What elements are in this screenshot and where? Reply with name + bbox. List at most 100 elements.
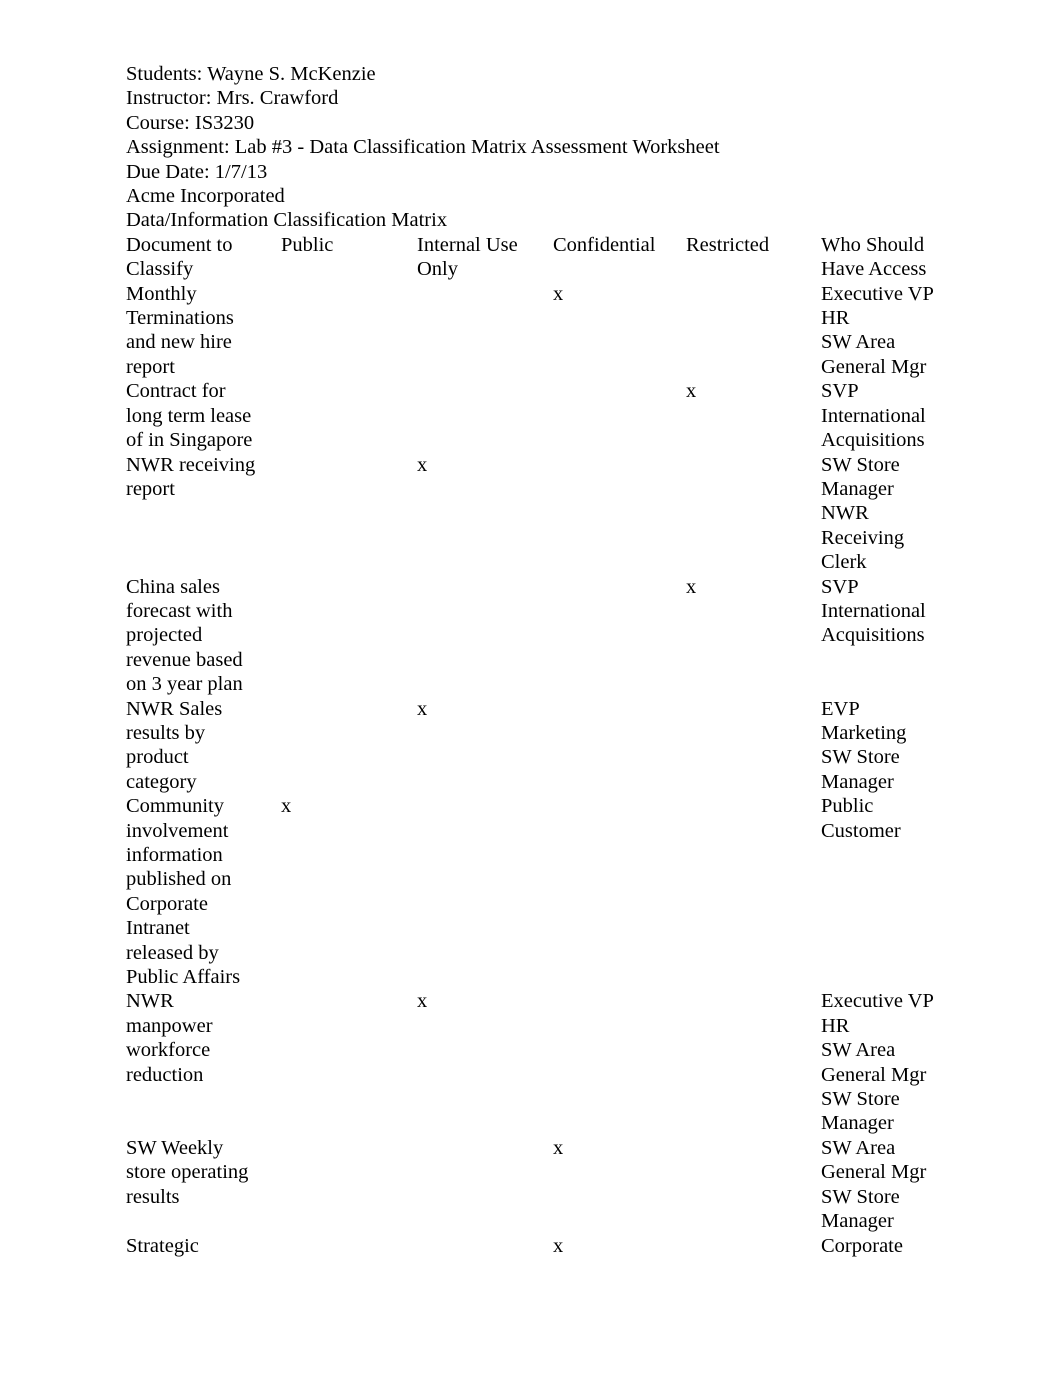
access-line: Marketing <box>821 721 907 744</box>
classification-mark: x <box>553 282 564 305</box>
document-line: and new hire <box>126 331 232 354</box>
table-row: Community involvement information published… <box>126 794 944 989</box>
access-line: Public <box>821 795 874 818</box>
document-line: long term lease <box>126 404 252 427</box>
access-line: SVP <box>821 575 859 598</box>
cell-confidential-mark <box>553 575 686 697</box>
column-header-line: Classify <box>126 258 194 281</box>
access-line: General Mgr <box>821 1063 927 1086</box>
document-line: results <box>126 1185 180 1208</box>
header-line-instructor: Instructor: Mrs. Crawford <box>126 87 339 110</box>
cell-public-mark <box>281 1234 417 1258</box>
cell-internal-use-only-mark <box>417 1234 553 1258</box>
access-line: Manager <box>821 1112 894 1135</box>
document-header-block: Students: Wayne S. McKenzie Instructor: … <box>126 62 1006 233</box>
header-line-course: Course: IS3230 <box>126 111 255 134</box>
classification-mark: x <box>686 575 697 598</box>
table-row: NWR manpower workforce reduction x Executive … <box>126 989 944 1135</box>
cell-confidential-mark <box>553 794 686 989</box>
table-row: SW Weekly store operating results x SW Area G… <box>126 1136 944 1234</box>
cell-who-should-have-access: EVP Marketing SW Store Manager <box>821 697 944 795</box>
column-header-public: Public <box>281 233 417 282</box>
access-line: Acquisitions <box>821 429 925 452</box>
cell-restricted-mark <box>686 453 821 575</box>
cell-confidential-mark: x <box>553 1234 686 1258</box>
access-line: Executive VP <box>821 990 934 1013</box>
access-line: SW Store <box>821 746 900 769</box>
cell-internal-use-only-mark <box>417 1136 553 1234</box>
document-line: report <box>126 477 175 500</box>
access-line: SVP <box>821 380 859 403</box>
document-body: Students: Wayne S. McKenzie Instructor: … <box>126 62 1006 1258</box>
document-line: Strategic <box>126 1234 199 1257</box>
document-line: Community <box>126 795 224 818</box>
cell-who-should-have-access: SVP International Acquisitions <box>821 575 944 697</box>
classification-mark: x <box>417 453 428 476</box>
column-header-document-to-classify: Document to Classify <box>126 233 281 282</box>
cell-internal-use-only-mark <box>417 794 553 989</box>
document-line: Corporate <box>126 892 208 915</box>
column-header-internal-use-only: Internal Use Only <box>417 233 553 282</box>
document-line: on 3 year plan <box>126 673 243 696</box>
cell-confidential-mark <box>553 453 686 575</box>
cell-restricted-mark <box>686 794 821 989</box>
classification-mark: x <box>417 990 428 1013</box>
document-line: store operating <box>126 1161 249 1184</box>
cell-internal-use-only-mark: x <box>417 697 553 795</box>
access-line: Acquisitions <box>821 624 925 647</box>
cell-who-should-have-access: SW Store Manager NWR Receiving Clerk <box>821 453 944 575</box>
document-line: NWR Sales <box>126 697 223 720</box>
cell-confidential-mark <box>553 379 686 452</box>
classification-mark: x <box>686 380 697 403</box>
document-page: Students: Wayne S. McKenzie Instructor: … <box>0 0 1062 1377</box>
cell-confidential-mark: x <box>553 282 686 380</box>
document-line: Contract for <box>126 380 226 403</box>
document-line: report <box>126 355 175 378</box>
cell-who-should-have-access: Executive VP HR SW Area General Mgr SW Store… <box>821 989 944 1135</box>
access-line: Corporate <box>821 1234 903 1257</box>
document-line: category <box>126 770 197 793</box>
document-line: Monthly <box>126 282 197 305</box>
cell-internal-use-only-mark <box>417 379 553 452</box>
document-line: product <box>126 746 189 769</box>
cell-public-mark <box>281 453 417 575</box>
access-line: SW Area <box>821 331 896 354</box>
classification-mark: x <box>553 1136 564 1159</box>
table-row: Contract for long term lease of in Singapo… <box>126 379 944 452</box>
cell-public-mark: x <box>281 794 417 989</box>
access-line: SW Store <box>821 453 900 476</box>
document-line: reduction <box>126 1063 204 1086</box>
cell-public-mark <box>281 282 417 380</box>
cell-public-mark <box>281 697 417 795</box>
column-header-line: Restricted <box>686 233 770 256</box>
cell-document-to-classify: Community involvement information published… <box>126 794 281 989</box>
table-header-row: Document to Classify Public Internal Use… <box>126 233 944 282</box>
cell-who-should-have-access: Public Customer <box>821 794 944 989</box>
cell-public-mark <box>281 379 417 452</box>
cell-who-should-have-access: SW Area General Mgr SW Store Manager <box>821 1136 944 1234</box>
access-line: Executive VP <box>821 282 934 305</box>
access-line: Customer <box>821 819 901 842</box>
document-line: Terminations <box>126 307 234 330</box>
cell-restricted-mark <box>686 697 821 795</box>
document-line: SW Weekly <box>126 1136 224 1159</box>
document-line: forecast with <box>126 599 233 622</box>
access-line: Manager <box>821 1210 894 1233</box>
cell-document-to-classify: NWR receiving report <box>126 453 281 575</box>
access-line: Manager <box>821 770 894 793</box>
access-line: International <box>821 599 926 622</box>
document-line: revenue based <box>126 648 243 671</box>
document-line: results by <box>126 721 206 744</box>
access-line: HR <box>821 1014 850 1037</box>
data-classification-matrix-table: Document to Classify Public Internal Use… <box>126 233 944 1258</box>
access-line: SW Area <box>821 1136 896 1159</box>
document-line: manpower <box>126 1014 213 1037</box>
cell-restricted-mark <box>686 989 821 1135</box>
access-line: SW Area <box>821 1039 896 1062</box>
cell-document-to-classify: Strategic <box>126 1234 281 1258</box>
classification-mark: x <box>281 795 292 818</box>
document-line: Public Affairs <box>126 966 241 989</box>
cell-confidential-mark: x <box>553 1136 686 1234</box>
column-header-line: Have Access <box>821 258 927 281</box>
access-line: SW Store <box>821 1185 900 1208</box>
